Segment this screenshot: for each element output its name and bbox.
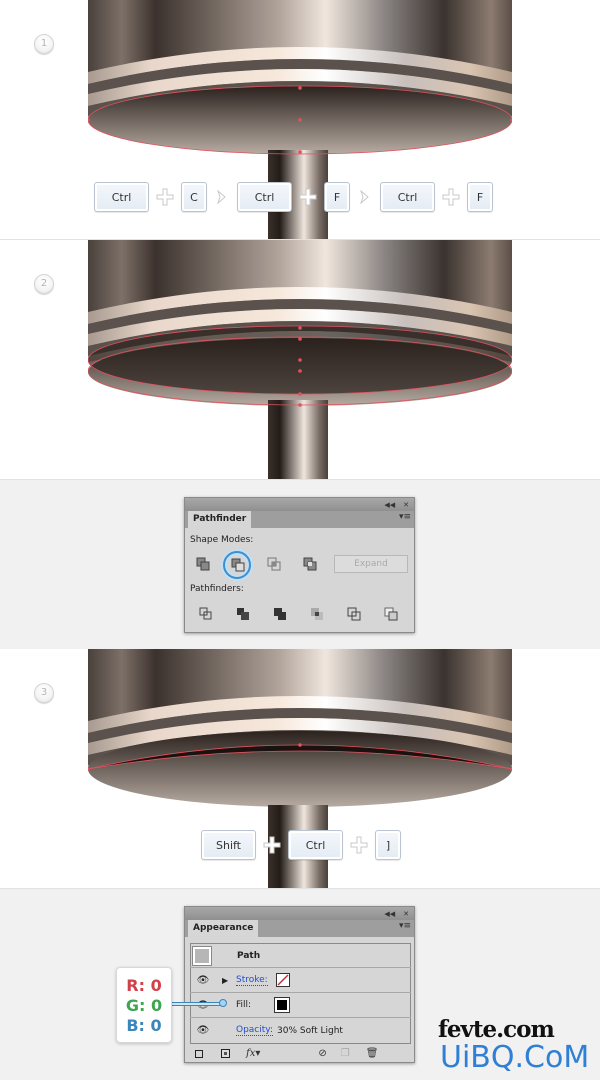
fill-label: Fill: [236, 1000, 252, 1010]
key-shift: Shift [201, 830, 256, 860]
chevron-right-icon [350, 182, 380, 212]
close-icon[interactable]: ✕ [403, 910, 409, 918]
key-ctrl: Ctrl [94, 182, 149, 212]
key-f: F [467, 182, 493, 212]
add-stroke-icon[interactable] [195, 1049, 203, 1058]
rgb-b-value: B: 0 [126, 1016, 162, 1035]
rgb-g-value: G: 0 [125, 996, 163, 1015]
step-number-badge: 2 [34, 274, 54, 294]
expand-button[interactable]: Expand [334, 555, 408, 573]
crop-icon[interactable] [310, 607, 324, 621]
pathfinders-label: Pathfinders: [190, 584, 244, 594]
shortcut-row: Shift Ctrl ] [201, 830, 401, 860]
callout-dot [219, 999, 227, 1007]
exclude-icon[interactable] [303, 557, 317, 571]
duplicate-item-icon[interactable]: ❐ [341, 1048, 350, 1059]
key-c: C [181, 182, 207, 212]
stroke-label[interactable]: Stroke: [236, 975, 268, 986]
rgb-callout: R: 0 G: 0 B: 0 [116, 967, 172, 1043]
add-fill-icon[interactable] [221, 1049, 230, 1058]
callout-connector [172, 1002, 222, 1006]
step-number-badge: 1 [34, 34, 54, 54]
object-thumbnail [192, 945, 212, 966]
chevron-right-icon [207, 182, 237, 212]
step-number-badge: 3 [34, 683, 54, 703]
merge-icon[interactable] [273, 607, 287, 621]
plus-icon [435, 182, 467, 212]
key-ctrl: Ctrl [288, 830, 343, 860]
divide-icon[interactable] [199, 607, 213, 621]
delete-icon[interactable]: 🗑 [366, 1048, 379, 1059]
shortcut-row: Ctrl C Ctrl F Ctrl F [94, 182, 493, 212]
panel-titlebar[interactable]: ◀◀ ✕ [185, 498, 414, 511]
panel-titlebar[interactable]: ◀◀ ✕ [185, 907, 414, 920]
step-2-canvas: 2 [0, 240, 600, 480]
watermark-uibq: UiBQ.CoM [440, 1040, 590, 1075]
stroke-swatch[interactable] [275, 973, 290, 987]
appearance-panel: ◀◀ ✕ Appearance ▾≡ Path 👁 ▶ Stroke: 👁 Fi… [184, 906, 415, 1063]
key-ctrl: Ctrl [237, 182, 292, 212]
fx-icon[interactable]: fx▾ [246, 1048, 260, 1059]
outline-icon[interactable] [347, 607, 361, 621]
close-icon[interactable]: ✕ [403, 501, 409, 509]
minus-front-icon[interactable] [231, 558, 245, 572]
step-3-canvas: 3 Shift Ctrl ] [0, 649, 600, 889]
key-ctrl: Ctrl [380, 182, 435, 212]
tab-appearance[interactable]: Appearance [188, 920, 259, 937]
eye-icon[interactable]: 👁 [190, 975, 216, 986]
stroke-row[interactable]: 👁 ▶ Stroke: [190, 968, 411, 993]
collapse-icon[interactable]: ◀◀ [384, 910, 395, 918]
panel-menu-icon[interactable]: ▾≡ [399, 921, 411, 931]
shape-modes-label: Shape Modes: [190, 535, 254, 545]
plus-icon [343, 830, 375, 860]
fill-swatch[interactable] [274, 997, 291, 1013]
object-label: Path [237, 950, 261, 961]
key-bracket: ] [375, 830, 401, 860]
path-row[interactable]: Path [190, 943, 411, 968]
intersect-icon[interactable] [267, 557, 281, 571]
watermark-fevte: fevte.com [438, 1016, 555, 1043]
opacity-label[interactable]: Opacity: [236, 1025, 273, 1036]
plus-icon [292, 182, 324, 212]
opacity-value: 30% Soft Light [277, 1025, 343, 1036]
panel-menu-icon[interactable]: ▾≡ [399, 512, 411, 522]
opacity-row[interactable]: 👁 Opacity: 30% Soft Light [190, 1018, 411, 1043]
eye-icon[interactable]: 👁 [190, 1025, 216, 1036]
trim-icon[interactable] [236, 607, 250, 621]
key-f: F [324, 182, 350, 212]
clear-appearance-icon[interactable]: ⊘ [318, 1048, 326, 1059]
collapse-icon[interactable]: ◀◀ [384, 501, 395, 509]
tab-pathfinder[interactable]: Pathfinder [188, 511, 252, 528]
plus-icon [149, 182, 181, 212]
expand-triangle-icon[interactable]: ▶ [222, 976, 230, 985]
step-1-canvas: 1 Ctrl C Ctrl F Ctrl F [0, 0, 600, 240]
rgb-r-value: R: 0 [126, 976, 162, 995]
piston-illustration [88, 240, 512, 479]
minus-back-icon[interactable] [384, 607, 398, 621]
pathfinder-panel: ◀◀ ✕ Pathfinder ▾≡ Shape Modes: Expand P… [184, 497, 415, 633]
plus-icon [256, 830, 288, 860]
unite-icon[interactable] [196, 557, 210, 571]
